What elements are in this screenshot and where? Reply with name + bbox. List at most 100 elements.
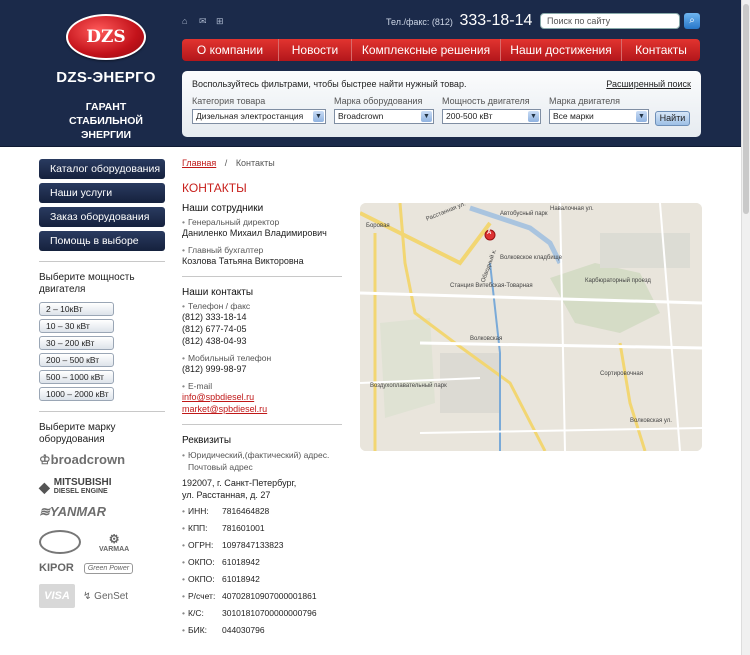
- address-line: ул. Расстанная, д. 27: [182, 490, 271, 500]
- brand-logo-oval[interactable]: [39, 530, 81, 554]
- nav-news[interactable]: Новости: [279, 39, 352, 61]
- filter-engine: Марка двигателя Все марки ▼: [549, 96, 649, 124]
- logo-name: DZS-ЭНЕРГО: [56, 69, 156, 86]
- map-label: Карбюраторный проезд: [585, 278, 651, 284]
- sidebar-item-services[interactable]: Наши услуги: [39, 183, 165, 203]
- mobile-label: Мобильный телефон: [182, 353, 342, 363]
- phone-value: (812) 438-04-93: [182, 336, 247, 346]
- slogan-line-2: ЭНЕРГИИ: [80, 129, 132, 141]
- home-icon[interactable]: ⌂: [182, 17, 191, 26]
- filter-category-label: Категория товара: [192, 96, 266, 106]
- power-option[interactable]: 30 – 200 кВт: [39, 336, 114, 350]
- chevron-down-icon: ▼: [313, 111, 324, 122]
- requisite-row: ИНН:7816464828: [182, 503, 342, 520]
- brand-logo-greenpower[interactable]: Green Power: [83, 562, 134, 574]
- map-label: Автобусный парк: [500, 211, 548, 217]
- breadcrumb-home[interactable]: Главная: [182, 158, 216, 168]
- brand-row: ⚙ VARMAA: [39, 530, 165, 554]
- filter-power-select[interactable]: 200-500 кВт ▼: [442, 109, 541, 124]
- sidebar-item-catalog[interactable]: Каталог оборудования: [39, 159, 165, 179]
- chevron-down-icon: ▼: [636, 111, 647, 122]
- email-label: E-mail: [182, 381, 342, 391]
- brand-row: VISA ↯ GenSet: [39, 584, 165, 608]
- filter-panel: Воспользуйтесь фильтрами, чтобы быстрее …: [182, 71, 701, 137]
- main-nav: О компании Новости Комплексные решения Н…: [182, 39, 700, 61]
- brand-logo-broadcrown[interactable]: ♔broadcrown: [39, 452, 165, 468]
- brand-logo-genset[interactable]: ↯ GenSet: [83, 591, 128, 602]
- breadcrumb-current: Контакты: [235, 158, 275, 168]
- staff-name: Даниленко Михаил Владимирович: [182, 228, 327, 238]
- logo-mark: DZS: [66, 14, 146, 60]
- scrollbar-thumb[interactable]: [743, 4, 749, 214]
- header-phone: Тел./факс: (812) 333-18-14: [386, 12, 532, 30]
- map-canvas: [360, 203, 702, 451]
- mitsubishi-diamonds-icon: ◆: [39, 478, 50, 495]
- requisite-row: ОКПО:61018942: [182, 554, 342, 571]
- sidebar-item-help[interactable]: Помощь в выборе: [39, 231, 165, 251]
- divider: [39, 411, 165, 412]
- address-label: Юридический,(фактический) адрес. Почтовы…: [182, 449, 342, 473]
- breadcrumb-separator: /: [224, 158, 228, 168]
- nav-achievements[interactable]: Наши достижения: [501, 39, 622, 61]
- requisite-row: ОКПО:61018942: [182, 571, 342, 588]
- find-button[interactable]: Найти: [655, 111, 690, 126]
- brand-logo-mitsubishi[interactable]: ◆ MITSUBISHI DIESEL ENGINE: [39, 478, 165, 496]
- advanced-search-link[interactable]: Расширенный поиск: [606, 79, 691, 89]
- search-input[interactable]: Поиск по сайту: [540, 13, 680, 29]
- power-heading: Выберите мощность двигателя: [39, 272, 135, 295]
- search-icon[interactable]: ⌕: [684, 13, 700, 29]
- map-label: Волковская: [470, 336, 503, 342]
- requisite-row: Р/счет:40702810907000001861: [182, 588, 342, 605]
- filter-category-select[interactable]: Дизельная электростанция ▼: [192, 109, 326, 124]
- filter-hint: Воспользуйтесь фильтрами, чтобы быстрее …: [192, 79, 467, 89]
- filter-brand-label: Марка оборудования: [334, 96, 423, 106]
- map-label: Навалочная ул.: [550, 206, 594, 212]
- power-option[interactable]: 200 – 500 кВт: [39, 353, 114, 367]
- logo[interactable]: DZS DZS-ЭНЕРГО ГАРАНТ СТАБИЛЬНОЙ ЭНЕРГИИ: [54, 14, 158, 142]
- site-header: DZS DZS-ЭНЕРГО ГАРАНТ СТАБИЛЬНОЙ ЭНЕРГИИ…: [0, 0, 750, 147]
- slogan-line-1: ГАРАНТ СТАБИЛЬНОЙ: [69, 101, 143, 127]
- map-label: Волковская ул.: [630, 418, 672, 424]
- brand-logo-visa[interactable]: VISA: [39, 584, 75, 608]
- nav-about[interactable]: О компании: [182, 39, 279, 61]
- map-label: Воздухоплавательный парк: [370, 383, 447, 389]
- mobile-value: (812) 999-98-97: [182, 364, 247, 374]
- sidebar-item-order[interactable]: Заказ оборудования: [39, 207, 165, 227]
- phone-number: 333-18-14: [459, 12, 533, 29]
- sidebar: Каталог оборудования Наши услуги Заказ о…: [39, 159, 165, 608]
- chevron-down-icon: ▼: [528, 111, 539, 122]
- location-map[interactable]: A Боровая Расстанная ул. Обводный к. Нав…: [360, 203, 702, 451]
- staff-heading: Наши сотрудники: [182, 203, 264, 214]
- filter-power-label: Мощность двигателя: [442, 96, 530, 106]
- nav-contacts[interactable]: Контакты: [622, 39, 700, 61]
- mail-icon[interactable]: ✉: [199, 17, 208, 26]
- filter-engine-select[interactable]: Все марки ▼: [549, 109, 649, 124]
- filter-brand: Марка оборудования Broadcrown ▼: [334, 96, 434, 124]
- divider: [39, 261, 165, 262]
- broadcrown-icon: ♔: [39, 452, 51, 467]
- page-scrollbar[interactable]: [741, 0, 750, 655]
- power-option[interactable]: 500 – 1000 кВт: [39, 370, 114, 384]
- power-option[interactable]: 2 – 10кВт: [39, 302, 114, 316]
- map-marker[interactable]: A: [487, 230, 491, 236]
- page-title: КОНТАКТЫ: [182, 181, 247, 195]
- brand-logo-kipor[interactable]: KIPOR: [39, 562, 74, 574]
- staff-section: Наши сотрудники Генеральный директор Дан…: [182, 203, 342, 639]
- brand-logo-varmaa[interactable]: ⚙ VARMAA: [99, 532, 129, 553]
- power-option[interactable]: 10 – 30 кВт: [39, 319, 114, 333]
- power-option[interactable]: 1000 – 2000 кВт: [39, 387, 114, 401]
- requisite-row: БИК:044030796: [182, 622, 342, 639]
- map-label: Станция Витебская-Товарная: [450, 283, 533, 289]
- email-link[interactable]: market@spbdiesel.ru: [182, 403, 342, 415]
- filter-brand-select[interactable]: Broadcrown ▼: [334, 109, 434, 124]
- brand-logo-yanmar[interactable]: ≋YANMAR: [39, 504, 165, 520]
- staff-name: Козлова Татьяна Викторовна: [182, 256, 304, 266]
- top-icons: ⌂ ✉ ⊞: [182, 17, 225, 26]
- sitemap-icon[interactable]: ⊞: [216, 17, 225, 26]
- chevron-down-icon: ▼: [421, 111, 432, 122]
- logo-slogan: ГАРАНТ СТАБИЛЬНОЙ ЭНЕРГИИ: [54, 100, 158, 142]
- nav-solutions[interactable]: Комплексные решения: [352, 39, 501, 61]
- email-link[interactable]: info@spbdiesel.ru: [182, 391, 342, 403]
- requisite-row: К/С:30101810700000000796: [182, 605, 342, 622]
- requisite-row: КПП:781601001: [182, 520, 342, 537]
